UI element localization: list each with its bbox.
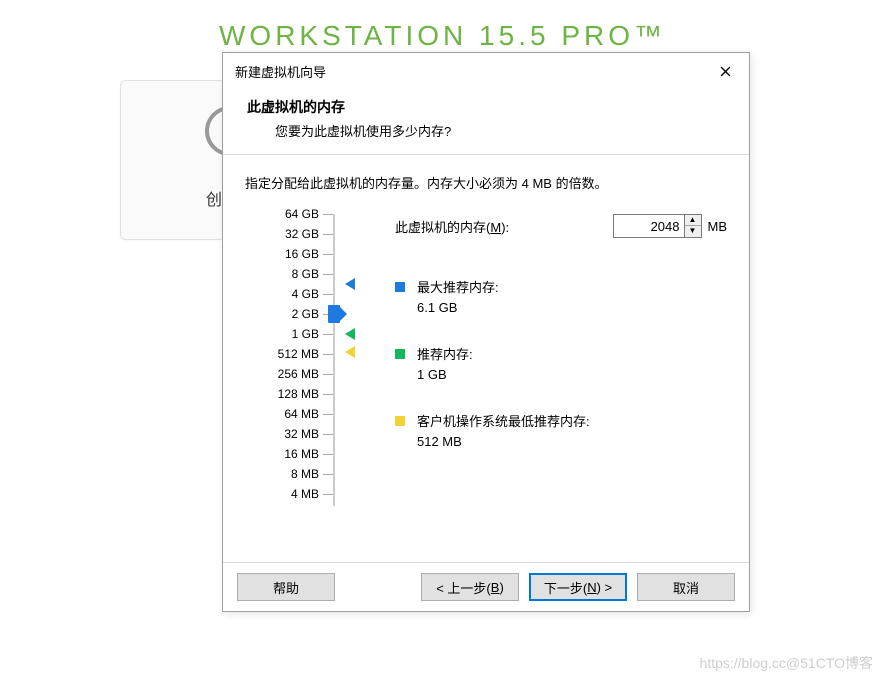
legend-rec-value: 1 GB — [417, 365, 473, 385]
ruler-tick — [323, 414, 333, 415]
dialog-body: 指定分配给此虚拟机的内存量。内存大小必须为 4 MB 的倍数。 64 GB 32 … — [223, 155, 749, 562]
background-brand: WORKSTATION 15.5 PRO™ — [219, 20, 666, 52]
watermark: https://blog.cc@51CTO博客 — [700, 653, 873, 673]
max-memory-marker-icon — [345, 278, 355, 290]
legend-min-value: 512 MB — [417, 432, 590, 452]
memory-field-label: 此虚拟机的内存(M): — [395, 217, 509, 236]
ruler-tick — [323, 454, 333, 455]
recommended-memory-marker-icon — [345, 328, 355, 340]
memory-unit: MB — [708, 219, 728, 234]
ruler-track — [333, 214, 335, 506]
dialog-subheading: 您要为此虚拟机使用多少内存? — [275, 121, 729, 140]
close-icon — [720, 66, 731, 77]
ruler-tick — [323, 374, 333, 375]
ruler-tick-label: 64 GB — [285, 207, 319, 221]
legend-rec-label: 推荐内存: — [417, 345, 473, 365]
ruler-tick — [323, 234, 333, 235]
wizard-dialog: 新建虚拟机向导 此虚拟机的内存 您要为此虚拟机使用多少内存? 指定分配给此虚拟机… — [222, 52, 750, 612]
ruler-tick — [323, 434, 333, 435]
square-yellow-icon — [395, 416, 405, 426]
legend-recommended: 推荐内存: 1 GB — [395, 345, 727, 384]
square-blue-icon — [395, 282, 405, 292]
spin-up-button[interactable]: ▲ — [685, 215, 701, 226]
button-bar: 帮助 < 上一步(B) 下一步(N) > 取消 — [223, 562, 749, 611]
memory-ruler[interactable]: 64 GB32 GB16 GB8 GB4 GB2 GB1 GB512 MB256… — [245, 214, 335, 514]
square-green-icon — [395, 349, 405, 359]
legend-min-label: 客户机操作系统最低推荐内存: — [417, 412, 590, 432]
next-button[interactable]: 下一步(N) > — [529, 573, 627, 601]
legend-min: 客户机操作系统最低推荐内存: 512 MB — [395, 412, 727, 451]
ruler-tick-label: 16 MB — [284, 447, 319, 461]
ruler-tick-label: 2 GB — [292, 307, 319, 321]
ruler-tick — [323, 274, 333, 275]
ruler-tick — [323, 214, 333, 215]
ruler-tick-label: 256 MB — [278, 367, 319, 381]
ruler-tick — [323, 394, 333, 395]
ruler-tick-label: 4 MB — [291, 487, 319, 501]
ruler-tick — [323, 254, 333, 255]
ruler-tick — [323, 334, 333, 335]
instruction-text: 指定分配给此虚拟机的内存量。内存大小必须为 4 MB 的倍数。 — [245, 173, 727, 192]
close-button[interactable] — [709, 59, 741, 83]
titlebar: 新建虚拟机向导 — [223, 53, 749, 89]
ruler-tick — [323, 354, 333, 355]
dialog-header: 此虚拟机的内存 您要为此虚拟机使用多少内存? — [223, 89, 749, 154]
memory-right-column: 此虚拟机的内存(M): ▲ ▼ MB 最大推荐内存: — [335, 214, 727, 514]
ruler-tick-label: 512 MB — [278, 347, 319, 361]
min-memory-marker-icon — [345, 346, 355, 358]
ruler-tick — [323, 474, 333, 475]
legend-max-label: 最大推荐内存: — [417, 278, 499, 298]
ruler-tick — [323, 294, 333, 295]
ruler-tick — [323, 494, 333, 495]
memory-slider-handle[interactable] — [328, 305, 340, 323]
ruler-tick-label: 32 GB — [285, 227, 319, 241]
ruler-tick-label: 64 MB — [284, 407, 319, 421]
ruler-tick-label: 128 MB — [278, 387, 319, 401]
dialog-heading: 此虚拟机的内存 — [247, 97, 729, 117]
memory-spinner: ▲ ▼ MB — [613, 214, 728, 238]
cancel-button[interactable]: 取消 — [637, 573, 735, 601]
ruler-tick-label: 16 GB — [285, 247, 319, 261]
memory-input[interactable] — [613, 214, 685, 238]
back-button[interactable]: < 上一步(B) — [421, 573, 519, 601]
ruler-tick-label: 8 GB — [292, 267, 319, 281]
ruler-tick-label: 32 MB — [284, 427, 319, 441]
dialog-title: 新建虚拟机向导 — [235, 62, 326, 81]
memory-field-row: 此虚拟机的内存(M): ▲ ▼ MB — [395, 214, 727, 238]
ruler-tick-label: 1 GB — [292, 327, 319, 341]
ruler-tick-label: 4 GB — [292, 287, 319, 301]
legend-max: 最大推荐内存: 6.1 GB — [395, 278, 727, 317]
spin-down-button[interactable]: ▼ — [685, 226, 701, 237]
legend-max-value: 6.1 GB — [417, 298, 499, 318]
ruler-tick-label: 8 MB — [291, 467, 319, 481]
help-button[interactable]: 帮助 — [237, 573, 335, 601]
